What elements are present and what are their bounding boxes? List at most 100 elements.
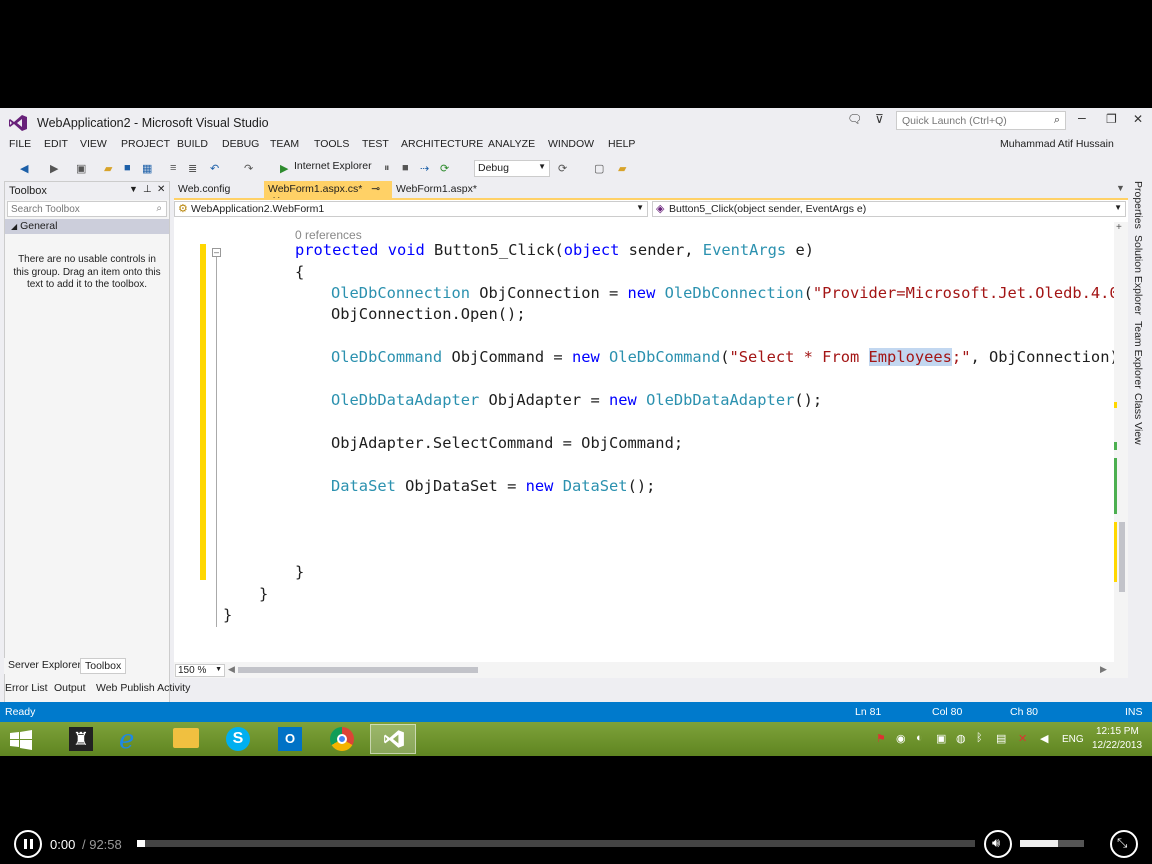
restore-icon[interactable]: ❐ — [1106, 112, 1117, 126]
undo-icon[interactable]: ↶ — [210, 162, 219, 175]
bluetooth-icon[interactable]: ᛒ — [976, 732, 983, 744]
menu-analyze[interactable]: ANALYZE — [488, 138, 535, 150]
tray-icon[interactable]: ◍ — [956, 732, 966, 745]
taskbar-app-chrome[interactable] — [318, 724, 364, 754]
taskbar-app-outlook[interactable]: O — [266, 724, 312, 754]
back-icon[interactable]: ◀ — [20, 162, 28, 175]
tab-webform1-aspx[interactable]: WebForm1.aspx* — [392, 181, 481, 198]
duration: / 92:58 — [82, 837, 122, 852]
zoom-select[interactable]: 150 % ▼ — [175, 664, 225, 677]
start-debug-icon[interactable]: ▶ — [280, 162, 288, 175]
tray-icon[interactable]: ◐ — [916, 732, 923, 744]
pin-icon[interactable]: ⊥ — [143, 184, 152, 195]
clock-date[interactable]: 12/22/2013 — [1092, 740, 1142, 751]
menu-window[interactable]: WINDOW — [548, 138, 594, 150]
redo-icon[interactable]: ↷ — [244, 162, 253, 175]
uncomment-icon[interactable]: ≣ — [188, 162, 197, 175]
tab-toolbox[interactable]: Toolbox — [80, 658, 127, 674]
menu-architecture[interactable]: ARCHITECTURE — [401, 138, 483, 150]
tab-team-explorer[interactable]: Team Explorer — [1132, 321, 1144, 389]
collapse-icon[interactable]: – — [212, 248, 221, 257]
save-all-icon[interactable]: ▦ — [142, 162, 152, 175]
member-navigation-dropdown[interactable]: ◈ Button5_Click(object sender, EventArgs… — [652, 201, 1126, 217]
taskbar-app-ie[interactable]: e — [110, 724, 156, 755]
taskbar-app-explorer[interactable] — [162, 724, 208, 754]
menu-test[interactable]: TEST — [362, 138, 389, 150]
user-name[interactable]: Muhammad Atif Hussain — [1000, 138, 1114, 150]
toolbox-group-general[interactable]: ◢ General — [5, 219, 169, 234]
clock-time[interactable]: 12:15 PM — [1096, 726, 1139, 737]
menu-team[interactable]: TEAM — [270, 138, 299, 150]
close-icon[interactable]: ✕ — [157, 184, 165, 195]
find-icon[interactable]: ▢ — [594, 162, 604, 175]
tab-error-list[interactable]: Error List — [5, 682, 48, 694]
tab-webform1-aspx-cs[interactable]: WebForm1.aspx.cs* ⊸ ✕ — [264, 181, 392, 207]
attach-icon[interactable]: ⟳ — [558, 162, 567, 175]
vertical-scrollbar[interactable]: + — [1114, 222, 1128, 662]
pause-button[interactable] — [14, 830, 42, 858]
step-icon[interactable]: ⇢ — [420, 162, 429, 175]
tab-output[interactable]: Output — [54, 682, 86, 694]
tray-icon[interactable]: ▣ — [936, 732, 946, 745]
menu-help[interactable]: HELP — [608, 138, 635, 150]
close-icon[interactable]: ✕ — [1133, 112, 1143, 126]
forward-icon[interactable]: ▶ — [50, 162, 58, 175]
menu-file[interactable]: FILE — [9, 138, 31, 150]
exit-fullscreen-button[interactable]: ⤡ — [1110, 830, 1138, 858]
menu-edit[interactable]: EDIT — [44, 138, 68, 150]
refresh-icon[interactable]: ⟳ — [440, 162, 449, 175]
tray-icon[interactable]: ▤ — [996, 732, 1006, 745]
menu-view[interactable]: VIEW — [80, 138, 107, 150]
menu-tools[interactable]: TOOLS — [314, 138, 349, 150]
flag-icon[interactable]: ⚑ — [876, 732, 886, 745]
tray-icon[interactable]: ◉ — [896, 732, 906, 745]
volume-slider[interactable] — [1020, 840, 1084, 847]
volume-button[interactable]: 🔊︎ — [984, 830, 1012, 858]
windows-start-icon[interactable] — [10, 730, 32, 750]
tab-properties[interactable]: Properties — [1132, 181, 1144, 229]
horizontal-scroll-thumb[interactable] — [238, 667, 478, 673]
volume-icon[interactable]: ◀ — [1040, 732, 1048, 745]
language-indicator[interactable]: ENG — [1062, 734, 1084, 745]
comment-icon[interactable]: ≡ — [170, 162, 176, 174]
tab-web-config[interactable]: Web.config — [174, 181, 234, 198]
code-lens-references[interactable]: 0 references — [295, 228, 362, 242]
tab-server-explorer[interactable]: Server Explorer — [4, 658, 85, 674]
type-name: OleDbDataAdapter — [331, 391, 480, 409]
save-icon[interactable]: ■ — [124, 162, 131, 174]
feedback-icon[interactable]: 🗨 — [847, 112, 862, 126]
taskbar-app-visual-studio[interactable] — [370, 724, 416, 754]
type-navigation-dropdown[interactable]: ⚙ WebApplication2.WebForm1 ▼ — [174, 201, 648, 217]
split-icon[interactable]: + — [1116, 222, 1122, 233]
browser-select[interactable]: Internet Explorer — [294, 160, 372, 172]
stop-icon[interactable]: ■ — [402, 162, 409, 174]
quick-launch-input[interactable]: Quick Launch (Ctrl+Q) ⌕ — [896, 111, 1066, 130]
tab-web-publish-activity[interactable]: Web Publish Activity — [96, 682, 190, 694]
tab-list-icon[interactable]: ▼ — [1116, 183, 1125, 193]
progress-bar[interactable] — [137, 840, 975, 847]
taskbar-app-skype[interactable]: S — [214, 724, 260, 754]
browser-link-icon[interactable]: ▰ — [618, 162, 626, 175]
menu-build[interactable]: BUILD — [177, 138, 208, 150]
toolbox-search-input[interactable]: Search Toolbox ⌕ — [7, 201, 167, 217]
tab-solution-explorer[interactable]: Solution Explorer — [1132, 235, 1144, 315]
scroll-thumb[interactable] — [1119, 522, 1125, 592]
taskbar-app-game[interactable]: ♜ — [58, 724, 104, 754]
filter-icon[interactable]: ⊽ — [875, 112, 884, 126]
network-icon[interactable]: ✕ — [1018, 732, 1027, 745]
tab-class-view[interactable]: Class View — [1132, 393, 1144, 445]
open-icon[interactable]: ▰ — [104, 162, 112, 175]
menu-debug[interactable]: DEBUG — [222, 138, 259, 150]
new-project-icon[interactable]: ▣ — [76, 162, 86, 175]
chevron-down-icon: ▼ — [538, 162, 546, 171]
status-char: Ch 80 — [1010, 706, 1039, 718]
pin-icon[interactable]: ⊸ — [371, 183, 380, 195]
scroll-right-icon[interactable]: ▶ — [1100, 664, 1107, 675]
minimize-icon[interactable]: – — [1078, 109, 1086, 125]
code-area[interactable]: – 0 references protected void Button5_Cl… — [174, 220, 1128, 662]
configuration-select[interactable]: Debug ▼ — [474, 160, 550, 177]
scroll-left-icon[interactable]: ◀ — [228, 664, 235, 675]
dropdown-icon[interactable]: ▼ — [129, 184, 138, 194]
pause-icon[interactable]: ⏸ — [384, 162, 390, 175]
menu-project[interactable]: PROJECT — [121, 138, 170, 150]
